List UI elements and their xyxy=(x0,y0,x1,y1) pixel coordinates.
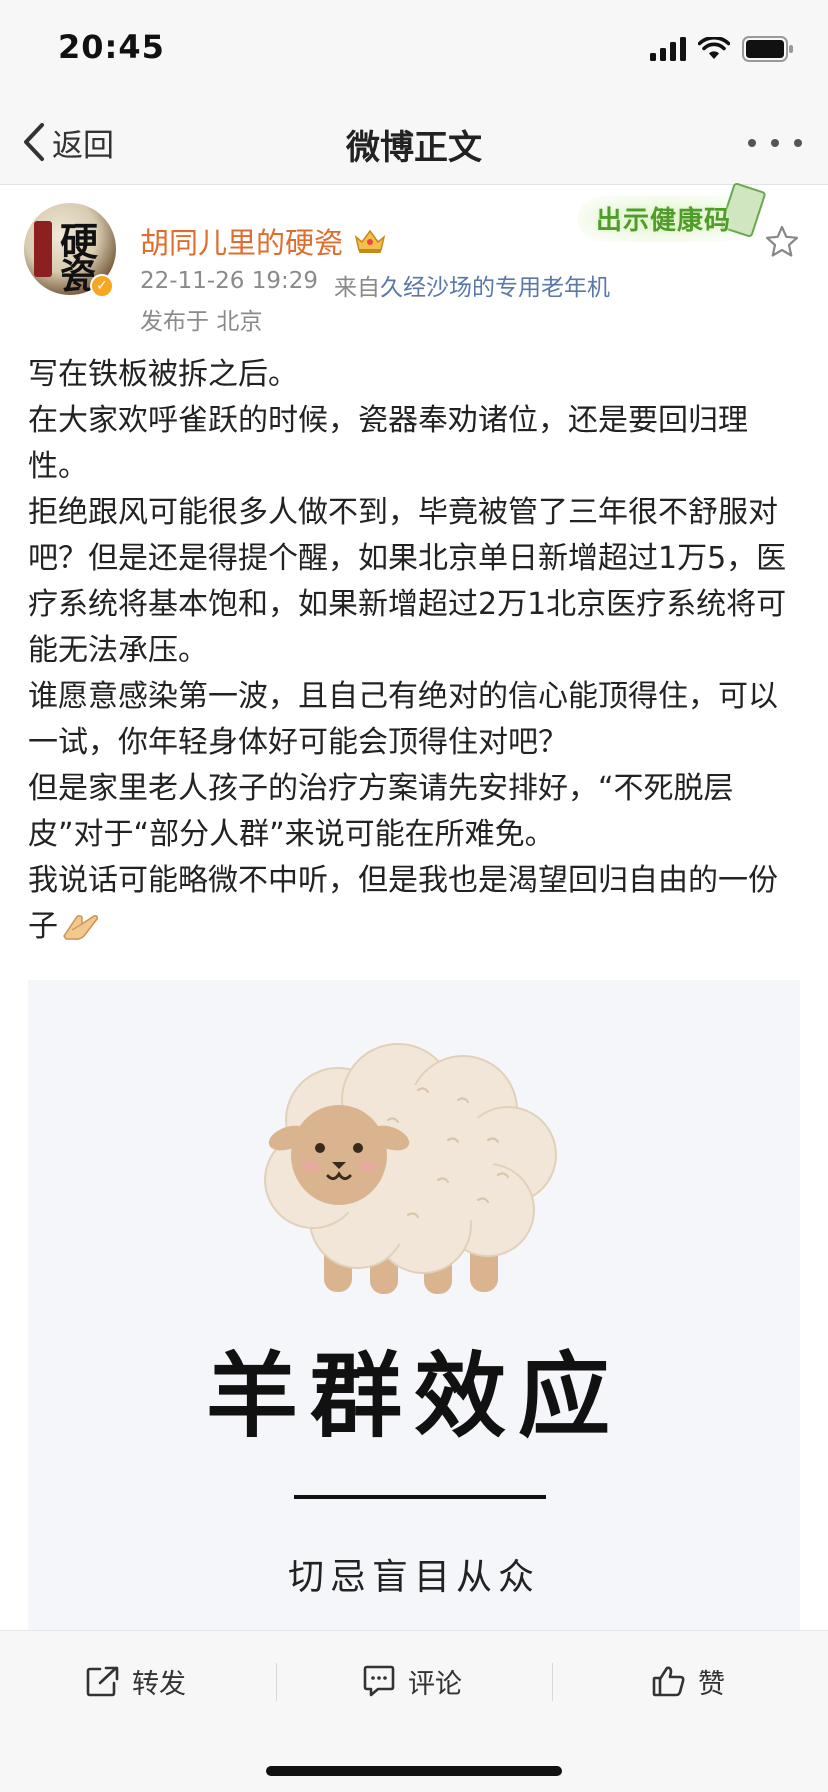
verified-badge-icon: ✓ xyxy=(90,274,114,298)
post-paragraph-text: 我说话可能略微不中听，但是我也是渴望回归自由的一份子 xyxy=(28,863,778,944)
author-row: 胡同儿里的硬瓷 xyxy=(140,220,387,262)
image-divider xyxy=(294,1495,546,1499)
more-dots-icon[interactable] xyxy=(748,128,802,158)
page-title: 微博正文 xyxy=(346,128,482,168)
pray-hands-icon xyxy=(63,914,98,940)
image-subtitle: 切忌盲目从众 xyxy=(287,1557,540,1598)
like-button[interactable]: 赞 xyxy=(652,1659,725,1703)
battery-icon xyxy=(742,36,793,62)
post-image[interactable]: 羊群效应 切忌盲目从众 xyxy=(28,980,800,1630)
post-paragraph: 在大家欢呼雀跃的时候，瓷器奉劝诸位，还是要回归理性。 xyxy=(28,403,748,484)
repost-button[interactable]: 转发 xyxy=(86,1659,186,1703)
status-bar: 20:45 xyxy=(0,0,828,100)
post-paragraph: 谁愿意感染第一波，且自己有绝对的信心能顶得住，可以一试，你年轻身体好可能会顶得住… xyxy=(28,679,778,760)
health-code-text: 出示健康码 xyxy=(596,206,732,236)
comment-icon xyxy=(363,1665,395,1697)
post-body: 写在铁板被拆之后。 在大家欢呼雀跃的时候，瓷器奉劝诸位，还是要回归理性。 拒绝跟… xyxy=(28,352,800,950)
source-link[interactable]: 久经沙场的专用老年机 xyxy=(380,268,610,302)
star-icon[interactable] xyxy=(764,224,800,260)
home-indicator[interactable] xyxy=(266,1766,562,1776)
post-paragraph-last: 我说话可能略微不中听，但是我也是渴望回归自由的一份子 xyxy=(28,858,800,950)
status-icons xyxy=(650,34,794,64)
weibo-post-page: 20:45 返回 微博正文 硬 瓷 ✓ 胡同儿里的硬瓷 22-11-26 19:… xyxy=(0,0,828,1792)
sheep-illustration xyxy=(264,1043,557,1294)
share-icon xyxy=(86,1666,119,1697)
location-value: 北京 xyxy=(216,309,263,335)
post-timestamp: 22-11-26 19:29 xyxy=(140,268,318,294)
nav-bar: 返回 微博正文 xyxy=(0,100,828,185)
comment-label: 评论 xyxy=(408,1668,462,1700)
crown-icon xyxy=(354,229,386,253)
like-label: 赞 xyxy=(698,1668,725,1700)
signal-icon xyxy=(650,37,686,61)
source-prefix: 来自 xyxy=(334,275,380,301)
location-prefix: 发布于 xyxy=(140,309,209,335)
wifi-icon xyxy=(698,37,730,59)
post-location: 发布于 北京 xyxy=(140,302,262,336)
comment-button[interactable]: 评论 xyxy=(362,1659,462,1703)
repost-label: 转发 xyxy=(132,1668,186,1700)
post-paragraph: 写在铁板被拆之后。 xyxy=(28,357,298,392)
post-meta: 22-11-26 19:29 来自 久经沙场的专用老年机 xyxy=(140,268,610,302)
image-title: 羊群效应 xyxy=(205,1343,622,1450)
post-paragraph: 拒绝跟风可能很多人做不到，毕竟被管了三年很不舒服对吧？但是还是得提个醒，如果北京… xyxy=(28,495,787,668)
post-paragraph: 但是家里老人孩子的治疗方案请先安排好，“不死脱层皮”对于“部分人群”来说可能在所… xyxy=(28,771,734,852)
author-name[interactable]: 胡同儿里的硬瓷 xyxy=(140,220,343,262)
thumbs-up-icon xyxy=(652,1666,685,1697)
status-time: 20:45 xyxy=(58,28,165,66)
health-code-badge[interactable]: 出示健康码 xyxy=(578,181,774,250)
